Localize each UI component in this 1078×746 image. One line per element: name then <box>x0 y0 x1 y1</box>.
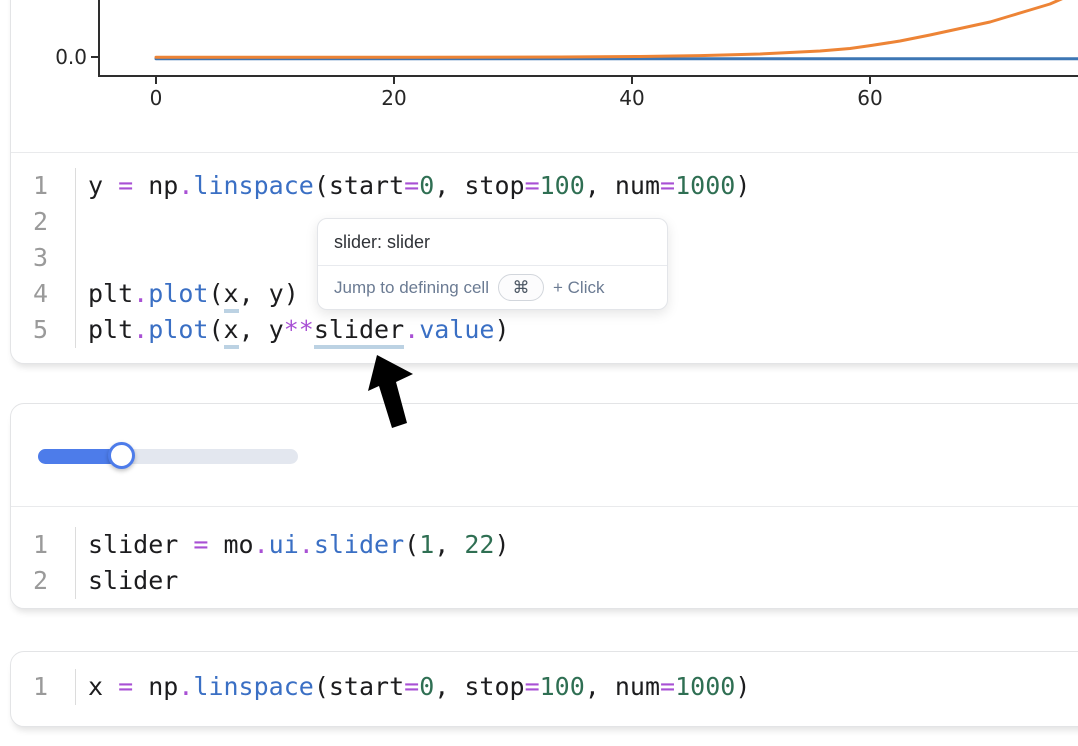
code-line[interactable]: 1slider = mo.ui.slider(1, 22) <box>11 527 1078 563</box>
slider-output-area <box>11 404 1078 506</box>
code-text <box>76 240 88 276</box>
tooltip-click-hint: + Click <box>553 278 604 298</box>
code-line[interactable]: 5plt.plot(x, y**slider.value) <box>11 312 1078 348</box>
slider-handle[interactable] <box>108 442 135 469</box>
matplotlib-chart: 0.0 0 20 40 60 <box>0 0 1078 153</box>
code-text: plt.plot(x, y**slider.value) <box>76 312 510 348</box>
code-editor[interactable]: 1slider = mo.ui.slider(1, 22)2slider <box>11 506 1078 606</box>
line-number: 5 <box>11 312 76 348</box>
line-number: 4 <box>11 276 76 312</box>
x-tick-label: 40 <box>619 86 644 110</box>
x-tick-label: 0 <box>150 86 163 110</box>
command-icon: ⌘ <box>512 278 529 298</box>
code-text: x = np.linspace(start=0, stop=100, num=1… <box>76 669 750 705</box>
y-tick-label: 0.0 <box>55 45 87 69</box>
x-tick-label: 60 <box>857 86 882 110</box>
code-text: slider <box>76 563 178 599</box>
code-line[interactable]: 1y = np.linspace(start=0, stop=100, num=… <box>11 168 1078 204</box>
code-text: y = np.linspace(start=0, stop=100, num=1… <box>76 168 750 204</box>
command-key-badge: ⌘ <box>498 274 544 301</box>
variable-tooltip: slider: slider Jump to defining cell ⌘ +… <box>317 218 668 310</box>
code-line[interactable]: 2slider <box>11 563 1078 599</box>
notebook-cell-x: 1x = np.linspace(start=0, stop=100, num=… <box>10 651 1078 727</box>
code-text: slider = mo.ui.slider(1, 22) <box>76 527 510 563</box>
code-line[interactable]: 1x = np.linspace(start=0, stop=100, num=… <box>11 669 1078 705</box>
tooltip-title: slider: slider <box>318 219 667 266</box>
code-editor[interactable]: 1x = np.linspace(start=0, stop=100, num=… <box>11 652 1078 724</box>
tooltip-action-row: Jump to defining cell ⌘ + Click <box>318 266 667 309</box>
line-number: 3 <box>11 240 76 276</box>
plot-series <box>156 0 1066 57</box>
line-number: 1 <box>11 669 76 705</box>
line-number: 1 <box>11 168 76 204</box>
slider-track[interactable] <box>38 449 298 464</box>
x-tick-label: 20 <box>381 86 406 110</box>
tooltip-action-label: Jump to defining cell <box>334 278 489 298</box>
line-number: 1 <box>11 527 76 563</box>
notebook-cell-slider: 1slider = mo.ui.slider(1, 22)2slider <box>10 403 1078 609</box>
code-text <box>76 204 88 240</box>
code-text: plt.plot(x, y) <box>76 276 299 312</box>
line-number: 2 <box>11 204 76 240</box>
line-number: 2 <box>11 563 76 599</box>
